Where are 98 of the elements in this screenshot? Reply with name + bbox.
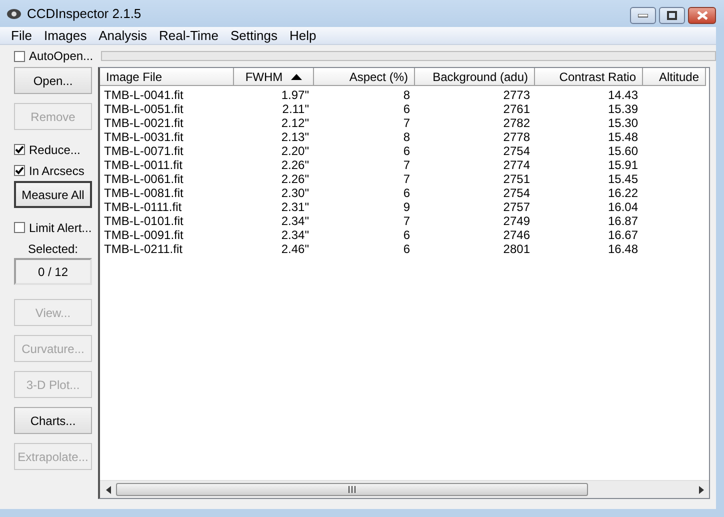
menu-item[interactable]: Real-Time: [153, 28, 224, 43]
table-cell-text: 15.60: [606, 144, 639, 158]
column-header[interactable]: Background (adu): [415, 68, 535, 86]
table-cell-text: 1.97": [280, 88, 310, 102]
table-cell-text: 7: [402, 172, 411, 186]
horizontal-scrollbar[interactable]: [100, 480, 709, 498]
table-cell-text: 2.12": [280, 116, 310, 130]
sidebar-button[interactable]: Open...: [14, 67, 92, 94]
table-cell-text: 2.46": [280, 242, 310, 256]
table-cell-text: 2757: [502, 200, 531, 214]
sidebar-button[interactable]: Charts...: [14, 407, 92, 434]
table-cell-text: 2.13": [280, 130, 310, 144]
scrollbar-thumb[interactable]: [116, 483, 588, 496]
table-cell-text: 6: [402, 242, 411, 256]
table-cell-text: TMB-L-0211.fit: [103, 242, 184, 256]
column-header[interactable]: Altitude: [643, 68, 706, 86]
scroll-left-icon[interactable]: [106, 486, 110, 494]
table-cell-text: 2.20": [280, 144, 310, 158]
table-cell-text: 2749: [502, 214, 531, 228]
table-cell-text: 6: [402, 186, 411, 200]
maximize-button[interactable]: [659, 7, 685, 24]
table-cell-text: TMB-L-0111.fit: [103, 200, 183, 214]
window-title: CCDInspector 2.1.5: [27, 6, 142, 21]
maximize-icon: [667, 11, 677, 20]
table-cell-text: 16.48: [606, 242, 639, 256]
checkbox-label: Reduce...: [29, 142, 80, 156]
table-cell-text: 6: [402, 102, 411, 116]
sidebar-button[interactable]: Measure All: [14, 181, 92, 208]
column-header[interactable]: Contrast Ratio: [535, 68, 643, 86]
table-cell-text: 2774: [502, 158, 531, 172]
checkbox[interactable]: [14, 144, 25, 155]
table-cell-text: TMB-L-0101.fit: [103, 214, 184, 228]
table-cell-text: 2746: [502, 228, 531, 242]
table-cell-text: 7: [402, 214, 411, 228]
column-header[interactable]: Aspect (%): [314, 68, 415, 86]
checkbox-label: Limit Alert...: [29, 220, 92, 234]
table-cell-text: 2782: [502, 116, 531, 130]
app-icon: [6, 6, 22, 20]
minimize-icon: [638, 14, 648, 18]
table-cell-text: 2.34": [280, 228, 310, 242]
table-cell-text: 14.43: [606, 88, 639, 102]
close-button[interactable]: [688, 7, 716, 24]
table-cell-text: 16.04: [606, 200, 639, 214]
table-cell-text: 2751: [502, 172, 531, 186]
table-cell-text: 2754: [502, 144, 531, 158]
sort-ascending-icon: [290, 74, 302, 80]
table-cell-text: TMB-L-0031.fit: [103, 130, 184, 144]
checkbox[interactable]: [14, 165, 25, 176]
table-cell-text: TMB-L-0081.fit: [103, 186, 184, 200]
table-cell-text: 2773: [502, 88, 531, 102]
table-cell-text: 15.48: [606, 130, 639, 144]
column-header[interactable]: Image File: [100, 68, 234, 86]
table-cell-text: 15.45: [606, 172, 639, 186]
table-cell-text: 2761: [502, 102, 531, 116]
table-cell-text: TMB-L-0011.fit: [103, 158, 184, 172]
table-cell-text: 16.87: [606, 214, 639, 228]
table-cell-text: 2801: [502, 242, 531, 256]
menu-item[interactable]: Settings: [224, 28, 284, 43]
table-cell-text: TMB-L-0071.fit: [103, 144, 184, 158]
table-cell-text: 9: [402, 200, 411, 214]
menu-item[interactable]: Help: [283, 28, 322, 43]
table-cell-text: 8: [402, 130, 411, 144]
table-cell-text: TMB-L-0051.fit: [103, 102, 184, 116]
table-cell-text: 2.26": [280, 172, 310, 186]
table-cell-text: 2.34": [280, 214, 310, 228]
table-cell-text: 2754: [502, 186, 531, 200]
table-cell-text: 16.22: [606, 186, 639, 200]
table-cell-text: 16.67: [606, 228, 639, 242]
table-cell-text: 7: [402, 158, 411, 172]
table-cell-text: 6: [402, 144, 411, 158]
minimize-button[interactable]: [630, 7, 656, 24]
table-cell-text: 7: [402, 116, 411, 130]
table-cell-text: 6: [402, 228, 411, 242]
table-cell-text: TMB-L-0061.fit: [103, 172, 184, 186]
table-cell-text: TMB-L-0021.fit: [103, 116, 184, 130]
table-cell-text: TMB-L-0091.fit: [103, 228, 184, 242]
table-cell-text: 2.11": [281, 102, 310, 116]
scroll-right-icon[interactable]: [698, 486, 704, 494]
table-cell-text: 2.30": [280, 186, 310, 200]
checkbox[interactable]: [14, 222, 25, 233]
close-icon: [696, 11, 708, 20]
table-cell-text: 15.30: [606, 116, 639, 130]
table-cell-text: 2778: [502, 130, 531, 144]
checkbox-label: In Arcsecs: [29, 164, 84, 178]
table-cell-text: 2.31": [280, 200, 310, 214]
table-cell-text: 15.91: [606, 158, 639, 172]
menu-item[interactable]: Analysis: [92, 28, 154, 43]
table-cell-text: TMB-L-0041.fit: [103, 88, 184, 102]
table-cell-text: 8: [402, 88, 411, 102]
checkbox[interactable]: [14, 50, 25, 62]
table-cell-text: 2.26": [280, 158, 310, 172]
selected-label: Selected:: [26, 242, 80, 258]
checkbox-label: AutoOpen...: [29, 49, 94, 63]
menu-item[interactable]: File: [5, 28, 38, 43]
selected-count: 0 / 12: [14, 258, 92, 285]
menu-item[interactable]: Images: [38, 28, 93, 43]
column-header[interactable]: FWHM: [234, 68, 314, 86]
table-cell-text: 15.39: [606, 102, 639, 116]
